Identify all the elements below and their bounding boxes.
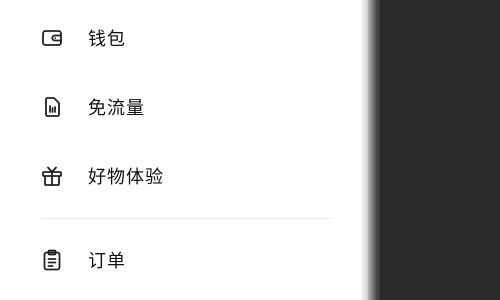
screen: 钱包 免流量 好物体验 订单: [0, 0, 500, 300]
sim-card-icon: [40, 95, 64, 119]
menu-item-label: 好物体验: [88, 167, 164, 188]
divider: [42, 218, 332, 219]
side-drawer: 钱包 免流量 好物体验 订单: [0, 0, 368, 300]
gift-icon: [40, 164, 64, 188]
menu-item-orders[interactable]: 订单: [0, 236, 340, 284]
menu-item-label: 订单: [88, 251, 126, 272]
clipboard-icon: [40, 248, 64, 272]
menu-item-free-data[interactable]: 免流量: [0, 83, 340, 131]
dim-overlay[interactable]: [380, 0, 500, 300]
wallet-icon: [40, 26, 64, 50]
menu-item-label: 免流量: [88, 98, 145, 119]
menu-item-wallet[interactable]: 钱包: [0, 14, 340, 62]
menu-item-goods-trial[interactable]: 好物体验: [0, 152, 340, 200]
menu-item-label: 钱包: [88, 29, 126, 50]
